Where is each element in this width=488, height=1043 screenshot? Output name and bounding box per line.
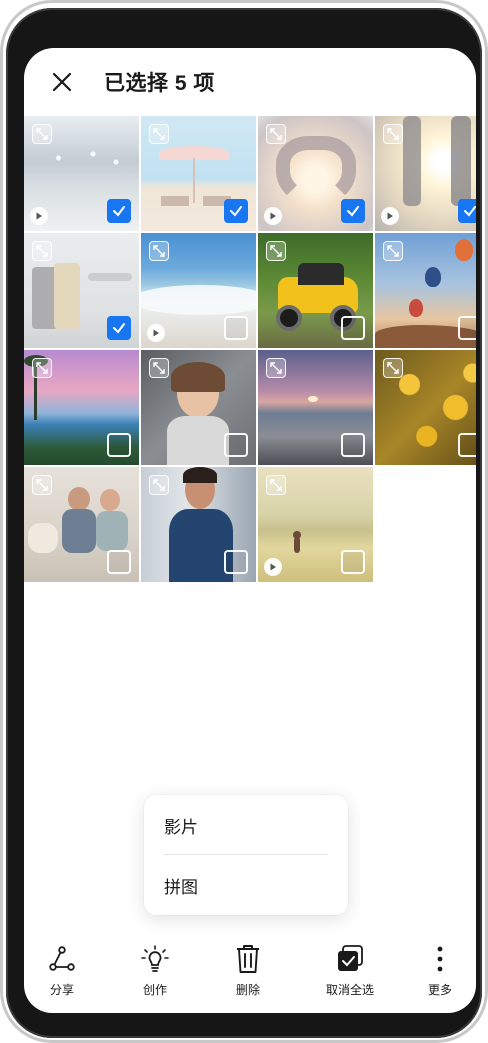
expand-button[interactable] xyxy=(266,358,286,378)
delete-button[interactable]: 删除 xyxy=(232,943,264,998)
page-title: 已选择 5 项 xyxy=(104,72,215,95)
expand-button[interactable] xyxy=(32,358,52,378)
checkmark-icon xyxy=(230,206,242,217)
menu-item-collage[interactable]: 拼图 xyxy=(144,856,348,914)
deselect-all-label: 取消全选 xyxy=(326,983,375,997)
expand-icon xyxy=(36,245,48,257)
video-play-icon xyxy=(264,207,282,225)
expand-button[interactable] xyxy=(149,124,169,144)
photo-tile[interactable] xyxy=(141,350,256,465)
selection-checkbox[interactable] xyxy=(107,199,131,223)
selection-checkbox[interactable] xyxy=(458,199,476,223)
photo-tile[interactable] xyxy=(375,116,476,231)
photo-tile[interactable] xyxy=(141,116,256,231)
menu-divider xyxy=(164,854,328,855)
checkmark-icon xyxy=(113,206,125,217)
expand-icon xyxy=(387,245,399,257)
photo-tile[interactable] xyxy=(258,350,373,465)
selection-checkbox[interactable] xyxy=(341,316,365,340)
photo-tile[interactable] xyxy=(258,467,373,582)
photo-tile[interactable] xyxy=(24,233,139,348)
expand-icon xyxy=(36,128,48,140)
photo-tile[interactable] xyxy=(375,350,476,465)
more-vertical-icon xyxy=(437,946,443,972)
lightbulb-icon xyxy=(141,945,169,972)
close-button[interactable] xyxy=(48,68,76,96)
expand-button[interactable] xyxy=(266,124,286,144)
photo-tile[interactable] xyxy=(141,233,256,348)
create-label: 创作 xyxy=(142,983,167,997)
expand-button[interactable] xyxy=(149,475,169,495)
more-label: 更多 xyxy=(427,983,452,997)
expand-icon xyxy=(36,479,48,491)
selection-checkbox[interactable] xyxy=(224,433,248,457)
expand-button[interactable] xyxy=(32,241,52,261)
photo-tile[interactable] xyxy=(141,467,256,582)
selection-checkbox[interactable] xyxy=(458,433,476,457)
expand-button[interactable] xyxy=(383,124,403,144)
create-button[interactable]: 创作 xyxy=(139,943,171,998)
expand-icon xyxy=(153,128,165,140)
trash-icon xyxy=(237,945,259,973)
video-play-icon xyxy=(30,207,48,225)
checkmark-icon xyxy=(113,323,125,334)
photo-tile[interactable] xyxy=(24,116,139,231)
expand-icon xyxy=(270,245,282,257)
expand-button[interactable] xyxy=(32,124,52,144)
screen: 已选择 5 项 影片 拼图 分享 创作 删除 取消全选 更多 xyxy=(24,48,476,1013)
menu-item-movie[interactable]: 影片 xyxy=(144,796,348,854)
photo-grid xyxy=(24,116,476,582)
share-button[interactable]: 分享 xyxy=(46,943,78,998)
photo-tile[interactable] xyxy=(24,467,139,582)
select-all-icon xyxy=(338,945,363,971)
expand-icon xyxy=(387,362,399,374)
selection-checkbox[interactable] xyxy=(224,316,248,340)
selection-checkbox[interactable] xyxy=(341,550,365,574)
expand-icon xyxy=(270,362,282,374)
expand-icon xyxy=(153,362,165,374)
create-popup-menu: 影片 拼图 xyxy=(144,795,348,915)
close-icon xyxy=(52,72,72,92)
photo-tile[interactable] xyxy=(258,116,373,231)
expand-icon xyxy=(387,128,399,140)
selection-checkbox[interactable] xyxy=(107,433,131,457)
deselect-all-button[interactable]: 取消全选 xyxy=(326,943,374,998)
expand-button[interactable] xyxy=(266,241,286,261)
expand-button[interactable] xyxy=(149,358,169,378)
photo-tile[interactable] xyxy=(375,233,476,348)
checkmark-icon xyxy=(464,206,476,217)
video-play-icon xyxy=(264,558,282,576)
selection-checkbox[interactable] xyxy=(107,316,131,340)
expand-icon xyxy=(153,479,165,491)
expand-button[interactable] xyxy=(383,358,403,378)
bottom-toolbar: 分享 创作 删除 取消全选 更多 xyxy=(24,943,476,1013)
selection-header: 已选择 5 项 xyxy=(24,48,476,116)
more-button[interactable]: 更多 xyxy=(424,943,456,998)
selection-checkbox[interactable] xyxy=(224,550,248,574)
video-play-icon xyxy=(147,324,165,342)
expand-button[interactable] xyxy=(266,475,286,495)
selection-checkbox[interactable] xyxy=(458,316,476,340)
selection-checkbox[interactable] xyxy=(107,550,131,574)
share-label: 分享 xyxy=(49,983,74,997)
selection-checkbox[interactable] xyxy=(341,433,365,457)
photo-tile[interactable] xyxy=(24,350,139,465)
expand-icon xyxy=(153,245,165,257)
expand-button[interactable] xyxy=(383,241,403,261)
expand-button[interactable] xyxy=(32,475,52,495)
share-icon xyxy=(49,946,75,971)
expand-icon xyxy=(36,362,48,374)
checkmark-icon xyxy=(347,206,359,217)
expand-icon xyxy=(270,479,282,491)
expand-button[interactable] xyxy=(149,241,169,261)
photo-tile[interactable] xyxy=(258,233,373,348)
delete-label: 删除 xyxy=(235,983,260,997)
selection-checkbox[interactable] xyxy=(224,199,248,223)
selection-checkbox[interactable] xyxy=(341,199,365,223)
video-play-icon xyxy=(381,207,399,225)
expand-icon xyxy=(270,128,282,140)
